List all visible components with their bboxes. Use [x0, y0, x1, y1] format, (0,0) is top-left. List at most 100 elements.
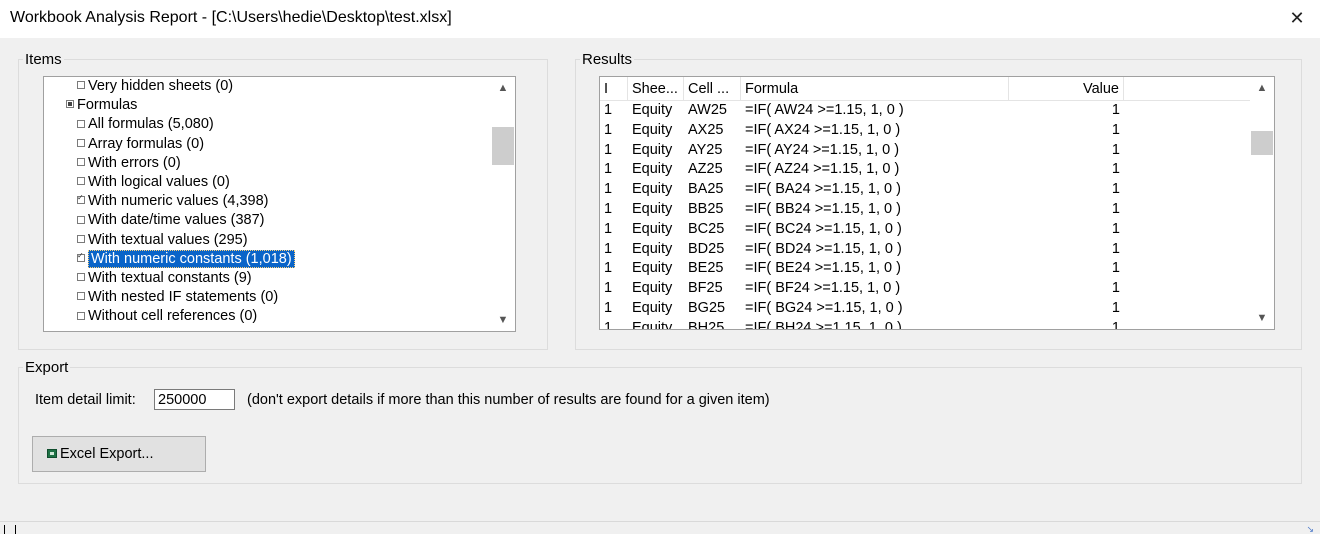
column-header[interactable]: Value	[1009, 77, 1124, 101]
tree-item[interactable]: With errors (0)	[77, 154, 181, 173]
table-row[interactable]: 1 Equity BF25 =IF( BF24 >=1.15, 1, 0 ) 1	[600, 279, 1250, 299]
checkbox-icon[interactable]	[77, 81, 85, 90]
resize-grip-icon[interactable]: ↘	[1306, 524, 1314, 534]
table-cell: Equity	[632, 220, 673, 237]
tree-item[interactable]: With textual constants (9)	[77, 269, 252, 288]
table-cell: 1	[604, 121, 613, 138]
tree-item[interactable]: With numeric values (4,398)	[77, 191, 269, 211]
items-tree[interactable]: Very hidden sheets (0) Formulas All formul…	[43, 76, 516, 332]
tree-item-label: With nested IF statements (0)	[88, 289, 279, 306]
table-cell: Equity	[632, 161, 673, 178]
table-cell: 1	[604, 260, 613, 277]
column-header[interactable]: Formula	[741, 77, 1009, 101]
table-cell: 1	[604, 181, 613, 198]
tree-item[interactable]: All formulas (5,080)	[77, 115, 214, 134]
table-cell: 1	[1111, 260, 1120, 277]
tree-item[interactable]: With numeric constants (1,018)	[77, 249, 295, 269]
tree-item[interactable]: Array formulas (0)	[77, 135, 204, 154]
checked-checkbox-icon[interactable]	[77, 249, 85, 263]
column-header[interactable]: Cell ...	[684, 77, 741, 101]
checkbox-icon[interactable]	[77, 177, 85, 186]
column-header[interactable]: I	[600, 77, 628, 101]
table-cell: 1	[1111, 280, 1120, 297]
table-row[interactable]: 1 Equity BB25 =IF( BB24 >=1.15, 1, 0 ) 1	[600, 200, 1250, 220]
table-row[interactable]: 1 Equity BE25 =IF( BE24 >=1.15, 1, 0 ) 1	[600, 259, 1250, 279]
table-cell: Equity	[632, 121, 673, 138]
table-cell: 1	[1111, 300, 1120, 316]
tree-item[interactable]: With date/time values (387)	[77, 211, 265, 230]
table-cell: AX25	[688, 121, 724, 138]
table-cell: Equity	[632, 141, 673, 158]
up-arrow-icon[interactable]: ▲	[491, 77, 515, 99]
item-detail-limit-label: Item detail limit:	[35, 392, 136, 408]
column-header[interactable]: Shee...	[628, 77, 684, 101]
tree-item[interactable]: Without cell references (0)	[77, 307, 257, 326]
checkbox-icon[interactable]	[77, 311, 85, 320]
table-cell: =IF( BE24 >=1.15, 1, 0 )	[745, 260, 901, 277]
collapse-icon[interactable]	[66, 100, 74, 109]
tree-scroll-thumb[interactable]	[492, 127, 514, 165]
table-cell: BC25	[688, 220, 725, 237]
table-cell: 1	[604, 220, 613, 237]
checked-checkbox-icon[interactable]	[77, 191, 85, 205]
table-row[interactable]: 1 Equity AX25 =IF( AX24 >=1.15, 1, 0 ) 1	[600, 121, 1250, 141]
table-cell: 1	[604, 102, 613, 118]
table-cell: =IF( AY24 >=1.15, 1, 0 )	[745, 141, 900, 158]
table-row[interactable]: 1 Equity BD25 =IF( BD24 >=1.15, 1, 0 ) 1	[600, 240, 1250, 260]
table-cell: BF25	[688, 280, 723, 297]
checkbox-icon[interactable]	[77, 234, 85, 243]
down-arrow-icon[interactable]: ▼	[1250, 307, 1274, 329]
down-arrow-icon[interactable]: ▼	[491, 309, 515, 331]
title-bar: Workbook Analysis Report - [C:\Users\hed…	[0, 0, 1320, 38]
table-cell: =IF( BF24 >=1.15, 1, 0 )	[745, 280, 901, 297]
checkbox-icon[interactable]	[77, 119, 85, 128]
tree-item[interactable]: With logical values (0)	[77, 173, 230, 192]
checkbox-icon[interactable]	[77, 215, 85, 224]
tree-item-label: With numeric constants (1,018)	[88, 249, 295, 268]
table-row[interactable]: 1 Equity BG25 =IF( BG24 >=1.15, 1, 0 ) 1	[600, 299, 1250, 319]
table-cell: Equity	[632, 181, 673, 198]
status-pane-divider	[4, 525, 16, 534]
tree-item[interactable]: With textual values (295)	[77, 231, 248, 250]
table-cell: 1	[604, 201, 613, 217]
results-scroll-thumb[interactable]	[1251, 131, 1273, 155]
tree-item-label: Very hidden sheets (0)	[88, 78, 234, 94]
table-cell: BA25	[688, 181, 724, 198]
close-icon[interactable]: ✕	[1274, 0, 1320, 38]
excel-export-button[interactable]: Excel Export...	[32, 436, 206, 472]
tree-item[interactable]: Formulas	[66, 96, 137, 115]
results-group-label: Results	[580, 51, 635, 68]
results-grid[interactable]: I Shee... Cell ... Formula Value 1 Equity AW25…	[599, 76, 1275, 330]
checkbox-icon[interactable]	[77, 273, 85, 282]
tree-item-label: With numeric values (4,398)	[88, 193, 269, 210]
table-row[interactable]: 1 Equity BA25 =IF( BA24 >=1.15, 1, 0 ) 1	[600, 180, 1250, 200]
table-cell: 1	[1111, 319, 1120, 330]
table-cell: =IF( AW24 >=1.15, 1, 0 )	[745, 102, 904, 118]
checkbox-icon[interactable]	[77, 292, 85, 301]
tree-item[interactable]: With nested IF statements (0)	[77, 288, 278, 307]
table-row[interactable]: 1 Equity AY25 =IF( AY24 >=1.15, 1, 0 ) 1	[600, 141, 1250, 161]
table-cell: 1	[1111, 240, 1120, 257]
checkbox-icon[interactable]	[77, 138, 85, 147]
table-row[interactable]: 1 Equity BC25 =IF( BC24 >=1.15, 1, 0 ) 1	[600, 220, 1250, 240]
table-row[interactable]: 1 Equity AW25 =IF( AW24 >=1.15, 1, 0 ) 1	[600, 101, 1250, 121]
tree-item-label: With errors (0)	[88, 154, 181, 171]
up-arrow-icon[interactable]: ▲	[1250, 77, 1274, 99]
tree-scrollbar[interactable]: ▲ ▼	[491, 77, 515, 331]
table-cell: =IF( AZ24 >=1.15, 1, 0 )	[745, 161, 900, 178]
results-scrollbar[interactable]: ▲ ▼	[1250, 77, 1274, 329]
table-cell: BD25	[688, 240, 725, 257]
tree-item[interactable]: Very hidden sheets (0)	[77, 77, 233, 96]
table-cell: =IF( BB24 >=1.15, 1, 0 )	[745, 201, 901, 217]
table-row[interactable]: 1 Equity AZ25 =IF( AZ24 >=1.15, 1, 0 ) 1	[600, 160, 1250, 180]
table-cell: =IF( BD24 >=1.15, 1, 0 )	[745, 240, 902, 257]
status-bar: ↘	[0, 521, 1320, 534]
table-cell: 1	[604, 141, 613, 158]
item-detail-limit-input[interactable]	[154, 389, 235, 410]
checkbox-icon[interactable]	[77, 157, 85, 166]
table-cell: BH25	[688, 319, 725, 330]
table-row[interactable]: 1 Equity BH25 =IF( BH24 >=1.15, 1, 0 ) 1	[600, 319, 1250, 330]
table-cell: 1	[604, 300, 613, 316]
table-cell: 1	[1111, 102, 1120, 118]
table-cell: Equity	[632, 102, 673, 118]
